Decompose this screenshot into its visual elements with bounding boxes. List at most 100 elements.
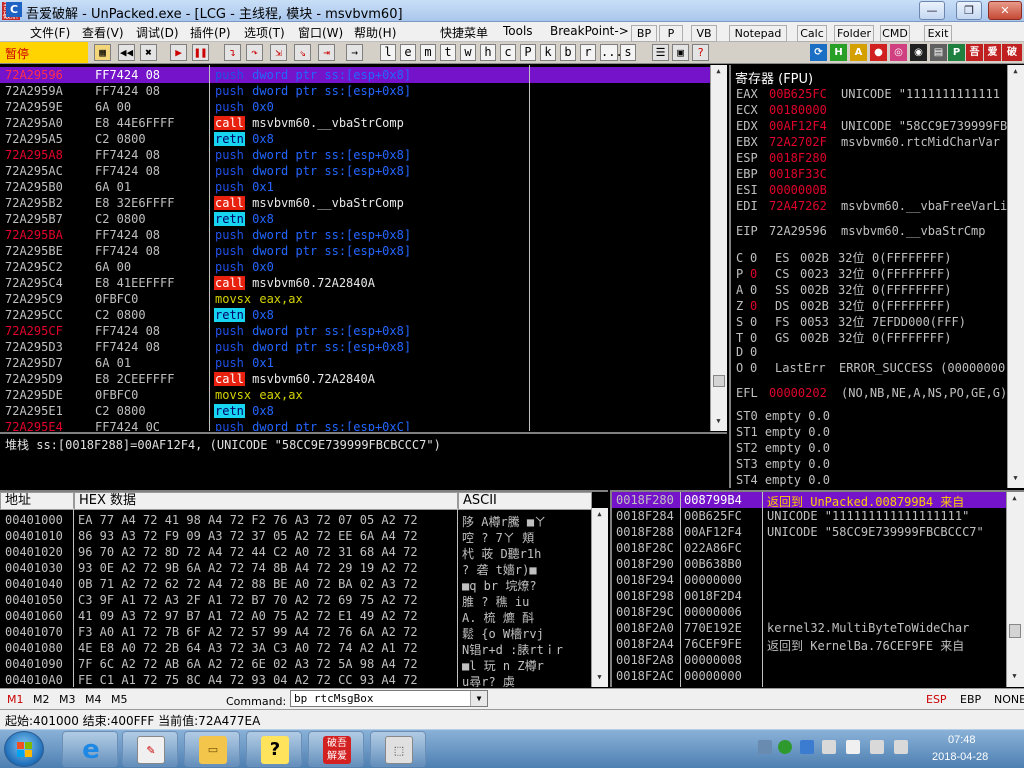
disasm-address[interactable]: 72A295BE xyxy=(5,244,63,258)
dump-row[interactable]: 00401030 93 0E A2 72 9B 6A A2 72 74 8B A4… xyxy=(0,560,590,577)
stack-address[interactable]: 0018F2A8 xyxy=(616,653,674,667)
register-value[interactable]: 00AF12F4 xyxy=(769,119,841,133)
register-row[interactable]: EBP 0018F33C xyxy=(736,167,841,181)
stack-row[interactable]: 0018F290 00B638B0 xyxy=(612,556,1008,572)
stack-address[interactable]: 0018F29C xyxy=(616,605,674,619)
dump-address[interactable]: 00401070 xyxy=(5,625,63,639)
stack-row[interactable]: 0018F2A8 00000008 xyxy=(612,652,1008,668)
plugin-folder-button[interactable]: Folder xyxy=(834,25,874,42)
scroll-down-arrow-icon[interactable]: ▼ xyxy=(1010,474,1021,485)
flag-row[interactable]: A 0 SS 002B 32位 0(FFFFFFFF) xyxy=(736,281,951,298)
follow-ebp-button[interactable]: EBP xyxy=(960,693,981,706)
disasm-address[interactable]: 72A295A0 xyxy=(5,116,63,130)
disasm-address[interactable]: 72A295DE xyxy=(5,388,63,402)
follow-none-button[interactable]: NONE xyxy=(994,693,1024,706)
scroll-down-arrow-icon[interactable]: ▼ xyxy=(594,673,605,684)
stack-row[interactable]: 0018F29C 00000006 xyxy=(612,604,1008,620)
tool-references-button[interactable]: r xyxy=(580,44,596,61)
open-icon[interactable]: ▦ xyxy=(94,44,111,61)
disasm-row[interactable]: 72A295D3 FF7424 08 push dword ptr ss:[esp+… xyxy=(0,339,710,355)
disasm-row[interactable]: 72A295A8 FF7424 08 push dword ptr ss:[esp+… xyxy=(0,147,710,163)
menu-options[interactable]: 选项(T) xyxy=(244,24,285,41)
tool-runtrace-button[interactable]: ... xyxy=(600,44,623,61)
stack-row[interactable]: 0018F2A0 770E192E kernel32.MultiByteToWide… xyxy=(612,620,1008,636)
disasm-address[interactable]: 72A295C4 xyxy=(5,276,63,290)
minimize-button[interactable]: — xyxy=(919,1,945,20)
disasm-column-divider[interactable] xyxy=(209,65,210,431)
menu-tools[interactable]: Tools xyxy=(503,24,533,38)
stack-column-divider[interactable] xyxy=(680,492,681,687)
register-row[interactable]: ESI 0000000B xyxy=(736,183,841,197)
execute-till-return-icon[interactable]: ⇥ xyxy=(318,44,335,61)
disasm-address[interactable]: 72A295E1 xyxy=(5,404,63,418)
disasm-address[interactable]: 72A295B0 xyxy=(5,180,63,194)
register-value[interactable]: 0000000B xyxy=(769,183,841,197)
stack-row[interactable]: 0018F280 008799B4 返回到 UnPacked.008799B4 来自 xyxy=(612,492,1008,509)
menu-breakpoint[interactable]: BreakPoint-> xyxy=(550,24,629,38)
tray-arrow-icon[interactable] xyxy=(758,740,772,754)
disasm-address[interactable]: 72A295D9 xyxy=(5,372,63,386)
menu-debug[interactable]: 调试(D) xyxy=(136,24,179,41)
clock-date[interactable]: 2018-04-28 xyxy=(932,751,988,763)
dump-header-address[interactable]: 地址 xyxy=(0,492,74,510)
stack-scrollbar[interactable]: ▲ ▼ xyxy=(1006,492,1024,687)
tool-executable-button[interactable]: e xyxy=(400,44,416,61)
stack-address[interactable]: 0018F290 xyxy=(616,557,674,571)
chevron-down-icon[interactable]: ▼ xyxy=(470,691,487,706)
menu-plugins[interactable]: 插件(P) xyxy=(190,24,231,41)
disasm-address[interactable]: 72A295D3 xyxy=(5,340,63,354)
tool-windows-button[interactable]: w xyxy=(460,44,476,61)
disasm-scrollbar[interactable]: ▲ ▼ xyxy=(710,65,727,431)
stack-row[interactable]: 0018F288 00AF12F4 UNICODE "58CC9E739999FBC… xyxy=(612,524,1008,540)
dump-row[interactable]: 00401070 F3 A0 A1 72 7B 6F A2 72 57 99 A4… xyxy=(0,624,590,641)
stack-row[interactable]: 0018F2AC 00000000 xyxy=(612,668,1008,684)
disasm-row[interactable]: 72A295B7 C2 0800 retn 0x8 xyxy=(0,211,710,227)
plugin-p-button[interactable]: P xyxy=(659,25,683,42)
disasm-address[interactable]: 72A295B7 xyxy=(5,212,63,226)
start-button[interactable] xyxy=(4,731,44,767)
plugin-bp-button[interactable]: BP xyxy=(631,25,657,42)
disasm-address[interactable]: 72A295E4 xyxy=(5,420,63,431)
dump-row[interactable]: 00401010 86 93 A3 72 F9 09 A3 72 37 05 A2… xyxy=(0,528,590,545)
appearance-icon[interactable]: ▣ xyxy=(672,44,689,61)
info-pane[interactable]: 堆栈 ss:[0018F288]=00AF12F4, (UNICODE "58C… xyxy=(0,432,727,488)
dump-row[interactable]: 00401040 0B 71 A2 72 62 72 A4 72 88 BE A0… xyxy=(0,576,590,593)
scroll-up-arrow-icon[interactable]: ▲ xyxy=(713,67,724,78)
fpu-register-row[interactable]: ST2 empty 0.0 xyxy=(736,441,830,455)
pause-icon[interactable]: ❚❚ xyxy=(192,44,209,61)
register-row[interactable]: EAX 00B625FC UNICODE "1111111111111 xyxy=(736,87,1000,101)
register-row[interactable]: EDX 00AF12F4 UNICODE "58CC9E739999FB xyxy=(736,119,1007,133)
register-value[interactable]: 72A29596 xyxy=(769,224,841,238)
disasm-row[interactable]: 72A29596 FF7424 08 push dword ptr ss:[esp+… xyxy=(0,67,710,83)
register-value[interactable]: 0018F280 xyxy=(769,151,841,165)
stack-row[interactable]: 0018F298 0018F2D4 xyxy=(612,588,1008,604)
goto-icon[interactable]: → xyxy=(346,44,363,61)
dump-address[interactable]: 00401080 xyxy=(5,641,63,655)
help-icon[interactable]: ? xyxy=(692,44,709,61)
tool-patches-button[interactable]: P xyxy=(520,44,536,61)
scroll-up-arrow-icon[interactable]: ▲ xyxy=(1009,494,1020,505)
disasm-address[interactable]: 72A2959A xyxy=(5,84,63,98)
disasm-address[interactable]: 72A2959E xyxy=(5,100,63,114)
scroll-down-arrow-icon[interactable]: ▼ xyxy=(1009,672,1020,683)
flag-value[interactable]: 0 xyxy=(750,267,775,281)
register-value[interactable]: 0018F33C xyxy=(769,167,841,181)
taskbar-debugger-button[interactable]: ⬚ xyxy=(370,731,426,767)
menu-view[interactable]: 查看(V) xyxy=(82,24,124,41)
register-row[interactable]: EBX 72A2702F msvbvm60.rtcMidCharVar xyxy=(736,135,1000,149)
disasm-row[interactable]: 72A2959A FF7424 08 push dword ptr ss:[esp+… xyxy=(0,83,710,99)
stack-address[interactable]: 0018F2A0 xyxy=(616,621,674,635)
follow-esp-button[interactable]: ESP xyxy=(926,693,947,706)
dump-address[interactable]: 00401000 xyxy=(5,513,63,527)
dump-header-hex[interactable]: HEX 数据 xyxy=(74,492,458,510)
tool-threads-button[interactable]: t xyxy=(440,44,456,61)
restart-icon[interactable]: ◀◀ xyxy=(118,44,135,61)
flag-row[interactable]: T 0 GS 002B 32位 0(FFFFFFFF) xyxy=(736,329,951,346)
trace-into-icon[interactable]: ⇲ xyxy=(270,44,287,61)
plugin-cmd-button[interactable]: CMD xyxy=(880,25,910,42)
disasm-row[interactable]: 72A295E1 C2 0800 retn 0x8 xyxy=(0,403,710,419)
tool-callstack-button[interactable]: k xyxy=(540,44,556,61)
plugin-target-icon[interactable]: ◎ xyxy=(890,44,907,61)
tray-volume-icon[interactable] xyxy=(894,740,908,754)
disasm-row[interactable]: 72A295CF FF7424 08 push dword ptr ss:[esp+… xyxy=(0,323,710,339)
